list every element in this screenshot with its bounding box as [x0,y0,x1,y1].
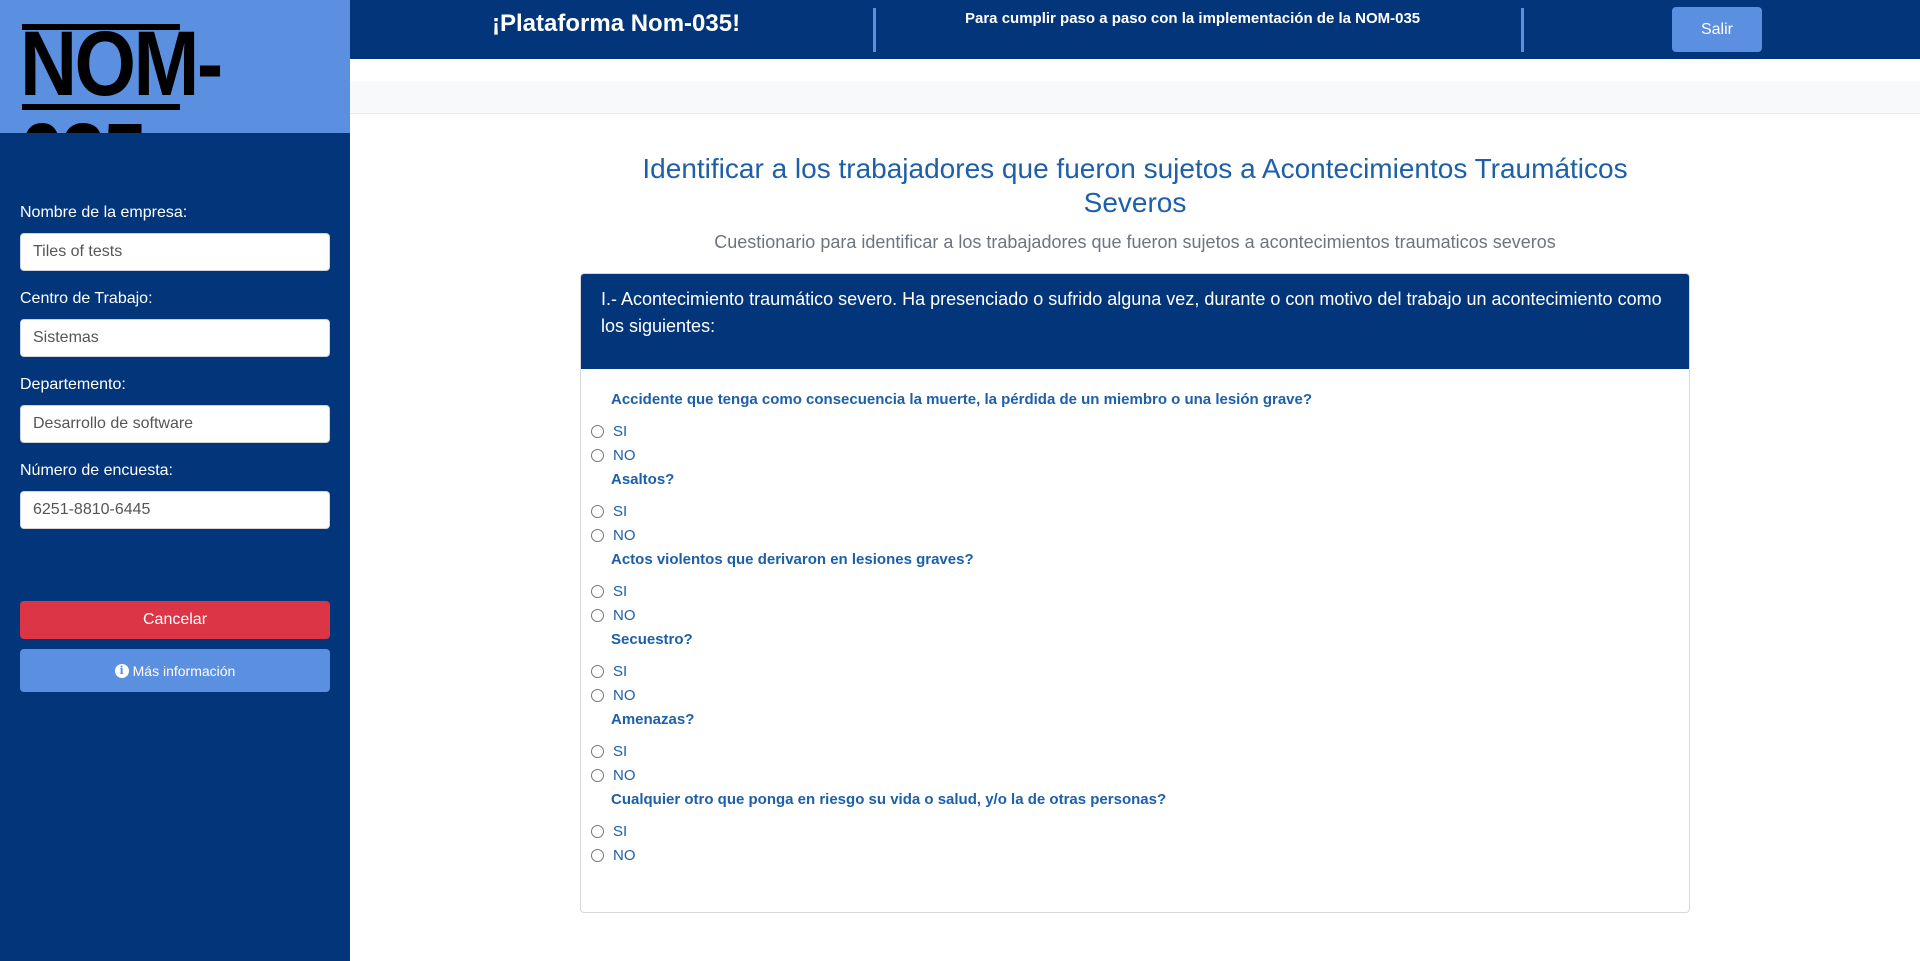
platform-title: ¡Plataforma Nom-035! [492,10,741,37]
radio-button[interactable] [591,505,604,518]
option-no[interactable]: NO [591,687,636,704]
more-info-button[interactable]: i Más información [20,649,330,692]
logo-bottom-bar [22,104,180,110]
survey-number-label: Número de encuesta: [20,462,173,479]
option-si[interactable]: SI [591,823,627,840]
option-label: NO [613,527,636,544]
survey-number-field[interactable] [20,491,330,529]
radio-button[interactable] [591,689,604,702]
option-label: NO [613,767,636,784]
question-text: Asaltos? [611,471,675,488]
info-circle-icon: i [114,663,129,678]
option-no[interactable]: NO [591,847,636,864]
option-label: NO [613,687,636,704]
workplace-label: Centro de Trabajo: [20,290,153,307]
sub-bar [350,81,1920,114]
exit-button[interactable]: Salir [1672,7,1762,52]
header-divider [873,8,876,52]
option-label: SI [613,503,628,520]
cancel-button-label: Cancelar [142,611,208,628]
option-si[interactable]: SI [591,503,627,520]
department-label: Departemento: [20,376,126,393]
section-header: I.- Acontecimiento traumático severo. Ha… [581,274,1689,369]
question-text: Cualquier otro que ponga en riesgo su vi… [611,791,1167,808]
radio-button[interactable] [591,769,604,782]
company-name-field[interactable] [20,233,330,271]
more-info-button-label: Más información [132,662,236,679]
question-text: Amenazas? [611,711,695,728]
radio-button[interactable] [591,585,604,598]
page-subtitle: Cuestionario para identificar a los trab… [714,232,1556,252]
option-si[interactable]: SI [591,743,627,760]
option-label: SI [613,743,628,760]
option-label: SI [613,423,628,440]
radio-button[interactable] [591,609,604,622]
option-label: SI [613,583,628,600]
question-text: Accidente que tenga como consecuencia la… [611,391,1313,408]
option-si[interactable]: SI [591,663,627,680]
option-label: SI [613,823,628,840]
radio-button[interactable] [591,745,604,758]
option-no[interactable]: NO [591,447,636,464]
page-title: Identificar a los trabajadores que fuero… [642,153,1628,218]
option-label: NO [613,607,636,624]
radio-button[interactable] [591,665,604,678]
header-divider [1521,8,1524,52]
option-no[interactable]: NO [591,607,636,624]
top-bar: ¡Plataforma Nom-035! Para cumplir paso a… [350,0,1920,59]
radio-button[interactable] [591,425,604,438]
sidebar: NOM-035 Nombre de la empresa: Centro de … [0,0,350,961]
platform-tagline: Para cumplir paso a paso con la implemen… [965,10,1421,27]
questionnaire-card: I.- Acontecimiento traumático severo. Ha… [580,273,1690,913]
radio-button[interactable] [591,825,604,838]
workplace-field[interactable] [20,319,330,357]
option-no[interactable]: NO [591,767,636,784]
radio-button[interactable] [591,449,604,462]
cancel-button[interactable]: Cancelar [20,601,330,639]
question-text: Secuestro? [611,631,693,648]
option-si[interactable]: SI [591,583,627,600]
radio-button[interactable] [591,529,604,542]
radio-button[interactable] [591,849,604,862]
department-field[interactable] [20,405,330,443]
option-label: SI [613,663,628,680]
company-name-label: Nombre de la empresa: [20,204,188,221]
question-text: Actos violentos que derivaron en lesione… [611,551,974,568]
logo: NOM-035 [0,0,350,133]
option-label: NO [613,847,636,864]
option-si[interactable]: SI [591,423,627,440]
option-label: NO [613,447,636,464]
option-no[interactable]: NO [591,527,636,544]
logo-text: NOM-035 [20,13,223,133]
